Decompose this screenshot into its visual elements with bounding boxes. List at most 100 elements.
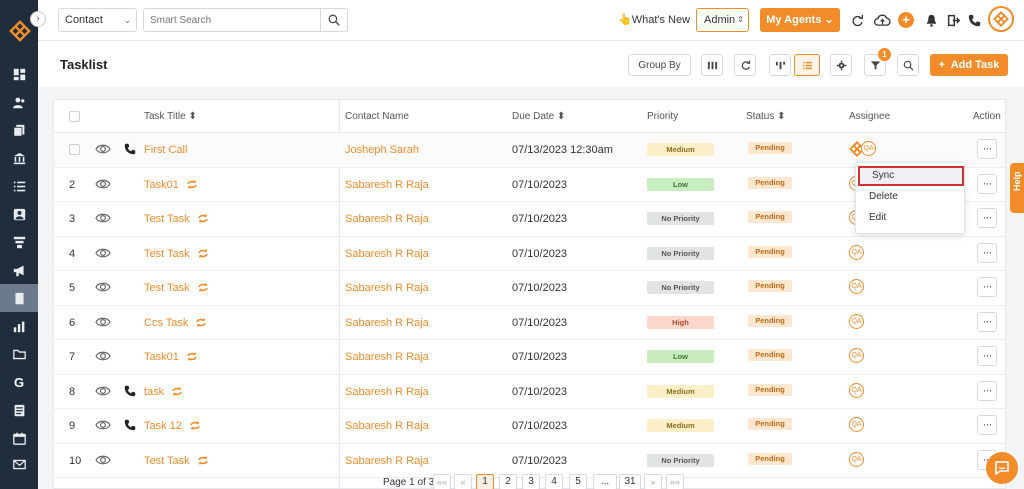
assignee-avatar[interactable]: QA	[849, 244, 864, 260]
view-eye-icon[interactable]	[95, 143, 111, 155]
reports-icon[interactable]	[0, 312, 38, 340]
admin-select[interactable]: Admin ⇕	[696, 8, 749, 32]
brand-logo-icon[interactable]	[9, 20, 31, 42]
chat-button[interactable]	[986, 452, 1018, 484]
refresh-icon[interactable]	[849, 12, 865, 28]
contact-name-link[interactable]: Sabaresh R Raja	[345, 386, 429, 398]
assignee-avatar[interactable]: QA	[849, 313, 864, 329]
assignee-avatar[interactable]: QA	[849, 451, 864, 467]
search-input[interactable]	[150, 9, 314, 31]
search-button[interactable]	[321, 8, 348, 32]
page-3-button[interactable]: 3	[522, 474, 540, 489]
view-eye-icon[interactable]	[95, 281, 111, 293]
header-task-title[interactable]: Task Title ⬍	[144, 111, 197, 122]
row-action-button[interactable]: ···	[977, 139, 997, 159]
task-title-link[interactable]: Test Task	[144, 455, 208, 467]
task-title-link[interactable]: First Call	[144, 144, 187, 156]
menu-item-delete[interactable]: Delete	[857, 187, 964, 207]
contact-name-link[interactable]: Sabaresh R Raja	[345, 420, 429, 432]
task-title-link[interactable]: Test Task	[144, 282, 208, 294]
page-1-button[interactable]: 1	[476, 474, 494, 489]
contact-name-link[interactable]: Sabaresh R Raja	[345, 213, 429, 225]
view-eye-icon[interactable]	[95, 419, 111, 431]
row-checkbox[interactable]	[69, 144, 80, 155]
row-action-button[interactable]: ···	[977, 311, 997, 332]
list-icon[interactable]	[0, 172, 38, 200]
last-page-button[interactable]: »»	[666, 474, 685, 489]
phone-icon[interactable]	[124, 385, 136, 397]
folder-icon[interactable]	[0, 340, 38, 368]
calendar-icon[interactable]	[0, 424, 38, 452]
help-tab[interactable]: Help	[1010, 163, 1024, 213]
page-4-button[interactable]: 4	[545, 474, 563, 489]
contact-name-link[interactable]: Sabaresh R Raja	[345, 317, 429, 329]
logout-icon[interactable]	[945, 12, 961, 28]
row-action-button[interactable]: ···	[977, 242, 997, 263]
view-eye-icon[interactable]	[95, 454, 111, 466]
task-title-link[interactable]: Task 12	[144, 420, 200, 432]
page-5-button[interactable]: 5	[569, 474, 587, 489]
task-title-link[interactable]: task	[144, 386, 182, 398]
notes-icon[interactable]	[0, 396, 38, 424]
assignee-avatar[interactable]: QA	[849, 348, 864, 363]
assignee-avatar[interactable]: QA	[849, 382, 864, 398]
row-action-button[interactable]: ···	[977, 208, 997, 228]
add-icon[interactable]: +	[898, 12, 914, 28]
dashboard-icon[interactable]	[0, 60, 38, 88]
user-avatar[interactable]	[988, 6, 1014, 32]
documents-icon[interactable]	[0, 116, 38, 144]
header-due-date[interactable]: Due Date ⬍	[512, 111, 565, 122]
contact-select[interactable]: Contact ⌄	[58, 8, 137, 32]
row-action-button[interactable]: ···	[977, 173, 997, 194]
contact-name-link[interactable]: Sabaresh R Raja	[345, 351, 429, 363]
contact-name-link[interactable]: Sabaresh R Raja	[345, 455, 429, 467]
phone-icon[interactable]	[124, 419, 136, 431]
menu-item-edit[interactable]: Edit	[857, 208, 964, 228]
assignee-avatar[interactable]: QA	[849, 417, 864, 432]
row-action-button[interactable]: ···	[977, 346, 997, 366]
page-2-button[interactable]: 2	[499, 474, 517, 489]
funnel-icon[interactable]	[0, 228, 38, 256]
list-view-button[interactable]	[794, 54, 820, 76]
header-status[interactable]: Status ⬍	[746, 111, 786, 122]
cloud-upload-icon[interactable]	[872, 12, 892, 28]
kanban-view-button[interactable]	[769, 54, 791, 76]
sidebar-toggle-button[interactable]: ›	[30, 11, 46, 27]
task-title-link[interactable]: Ccs Task	[144, 317, 207, 329]
phone-icon[interactable]	[124, 143, 136, 155]
task-title-link[interactable]: Test Task	[144, 213, 208, 225]
add-task-button[interactable]: + Add Task	[930, 54, 1008, 76]
first-page-button[interactable]: ««	[433, 474, 452, 489]
assignee-avatar[interactable]: QA	[861, 141, 876, 156]
contact-name-link[interactable]: Sabaresh R Raja	[345, 282, 429, 294]
search-list-button[interactable]	[897, 54, 919, 76]
contact-name-link[interactable]: Josheph Sarah	[345, 144, 419, 156]
phone-icon[interactable]	[966, 12, 982, 28]
view-eye-icon[interactable]	[95, 247, 111, 259]
prev-page-button[interactable]: «	[454, 474, 472, 489]
assignee-avatar[interactable]: QA	[849, 279, 864, 294]
settings-button[interactable]	[830, 54, 852, 76]
view-eye-icon[interactable]	[95, 316, 111, 328]
row-action-button[interactable]: ···	[977, 415, 997, 435]
tasks-icon[interactable]	[0, 284, 38, 312]
megaphone-icon[interactable]	[0, 256, 38, 284]
view-eye-icon[interactable]	[95, 350, 111, 362]
task-title-link[interactable]: Task01	[144, 179, 197, 191]
bank-icon[interactable]	[0, 144, 38, 172]
refresh-list-button[interactable]	[734, 54, 756, 76]
contact-name-link[interactable]: Sabaresh R Raja	[345, 179, 429, 191]
contacts-icon[interactable]	[0, 88, 38, 116]
google-icon[interactable]: G	[0, 368, 38, 396]
row-action-button[interactable]: ···	[977, 380, 997, 401]
contact-name-link[interactable]: Sabaresh R Raja	[345, 248, 429, 260]
next-page-button[interactable]: »	[644, 474, 662, 489]
task-title-link[interactable]: Test Task	[144, 248, 208, 260]
menu-item-sync[interactable]: Sync	[858, 166, 964, 186]
row-action-button[interactable]: ···	[977, 277, 997, 297]
profile-card-icon[interactable]	[0, 200, 38, 228]
task-title-link[interactable]: Task01	[144, 351, 197, 363]
select-all-checkbox[interactable]	[69, 111, 80, 122]
view-eye-icon[interactable]	[95, 212, 111, 224]
bell-icon[interactable]	[923, 12, 939, 28]
